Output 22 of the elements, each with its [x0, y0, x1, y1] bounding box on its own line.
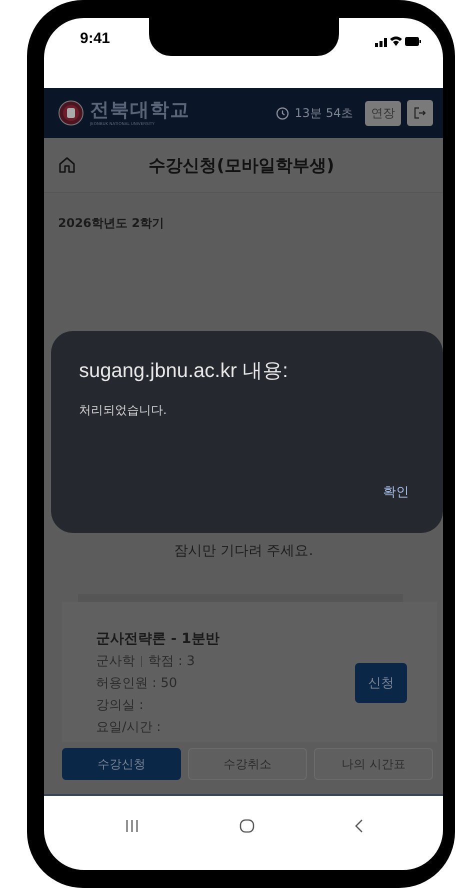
clock-icon: [276, 106, 289, 120]
extend-button[interactable]: 연장: [365, 100, 401, 126]
back-icon[interactable]: [354, 818, 364, 834]
bottom-tab[interactable]: 수강신청: [62, 748, 181, 780]
waiting-message: 잠시만 기다려 주세요.: [172, 542, 314, 560]
university-name: 전북대학교: [90, 100, 190, 120]
apply-button[interactable]: 신청: [355, 663, 407, 703]
recent-apps-icon[interactable]: [124, 819, 140, 833]
university-emblem-icon: [58, 100, 84, 126]
home-icon[interactable]: [58, 156, 76, 174]
semester-label: 2026학년도 2학기: [57, 215, 165, 232]
dialog-title: sugang.jbnu.ac.kr 내용:: [79, 359, 289, 384]
status-icons: [375, 34, 421, 48]
page-title: 수강신청(모바일학부생): [148, 154, 336, 176]
home-button-icon[interactable]: [238, 818, 254, 834]
logout-button[interactable]: [407, 100, 433, 126]
status-time: 9:41: [80, 30, 110, 47]
logout-icon: [413, 106, 427, 120]
dialog-message: 처리되었습니다.: [79, 402, 168, 419]
ok-button[interactable]: 확인: [377, 481, 415, 503]
session-timer: 13분 54초: [294, 104, 353, 122]
course-title: 군사전략론 - 1분반: [96, 630, 220, 648]
